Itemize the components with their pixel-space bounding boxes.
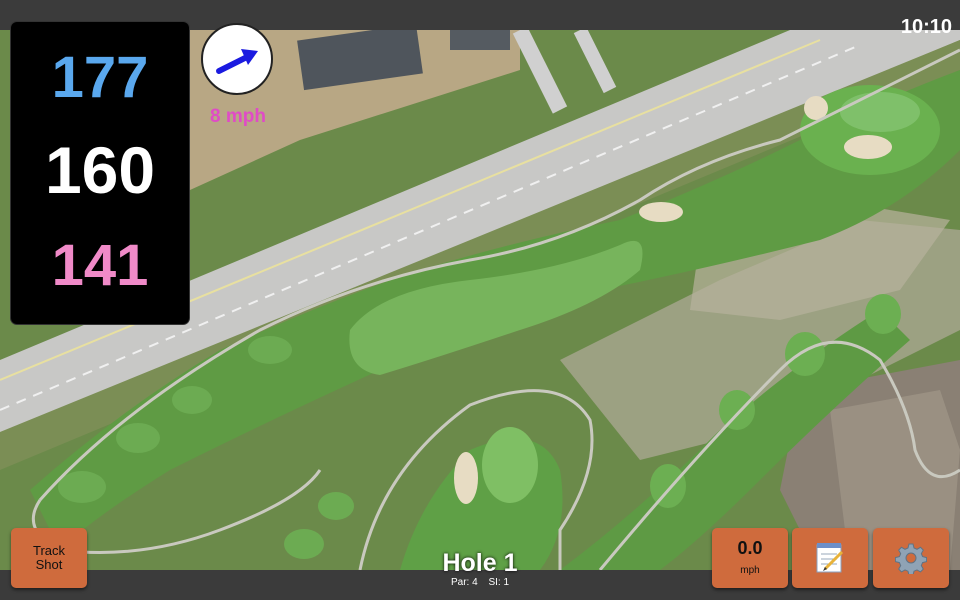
gear-icon xyxy=(895,543,927,574)
wind-arrow-icon xyxy=(216,49,258,74)
clock: 10:10 xyxy=(900,16,952,38)
settings-button[interactable] xyxy=(873,528,949,588)
hole-meta: Par: 4 SI: 1 xyxy=(380,577,580,588)
hole-par: Par: 4 xyxy=(450,577,478,588)
notepad-icon xyxy=(816,543,844,573)
speed-value: 0.0 xyxy=(737,538,763,558)
front-distance: 141 xyxy=(51,233,149,298)
wind-speed: 8 mph xyxy=(210,106,266,127)
track-shot-button[interactable]: Track Shot xyxy=(11,528,87,588)
back-distance: 177 xyxy=(51,45,149,110)
distance-panel[interactable]: 177 160 141 xyxy=(11,22,189,324)
notes-button[interactable] xyxy=(792,528,868,588)
speed-button[interactable]: 0.0 mph xyxy=(712,528,788,588)
hole-title: Hole 1 xyxy=(442,549,518,577)
track-shot-label-line2: Shot xyxy=(35,557,63,572)
hole-stroke-index: SI: 1 xyxy=(488,577,510,588)
track-shot-label-line1: Track xyxy=(32,543,66,558)
center-distance: 160 xyxy=(44,133,156,207)
speed-unit: mph xyxy=(740,565,760,576)
wind-indicator[interactable] xyxy=(201,23,273,95)
